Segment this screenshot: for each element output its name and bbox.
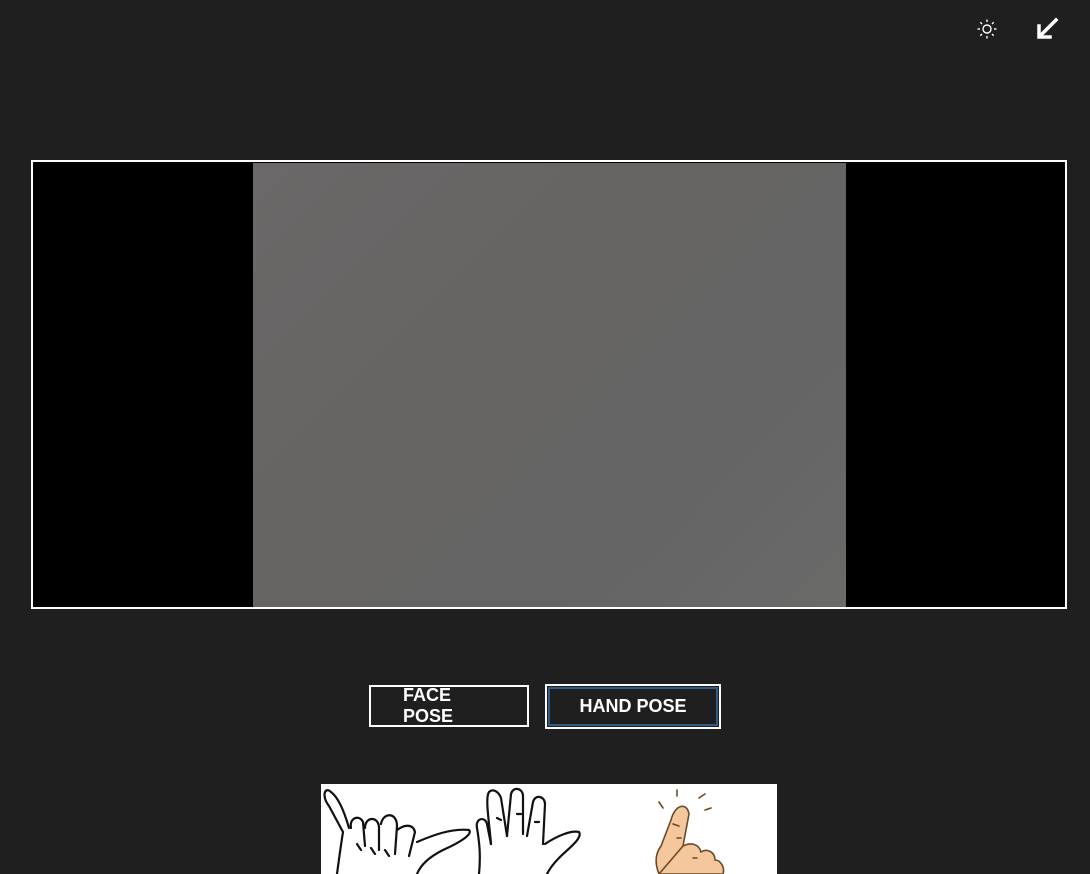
camera-feed	[253, 163, 846, 607]
face-pose-button[interactable]: FACE POSE	[369, 685, 529, 727]
hand-pose-button[interactable]: HAND POSE	[545, 684, 721, 729]
arrow-down-left-icon[interactable]	[1032, 14, 1062, 44]
camera-preview-frame	[31, 160, 1067, 609]
top-toolbar	[972, 14, 1062, 44]
pose-mode-buttons: FACE POSE HAND POSE	[0, 684, 1090, 729]
sun-icon[interactable]	[972, 14, 1002, 44]
hand-gestures-illustration	[321, 784, 777, 874]
